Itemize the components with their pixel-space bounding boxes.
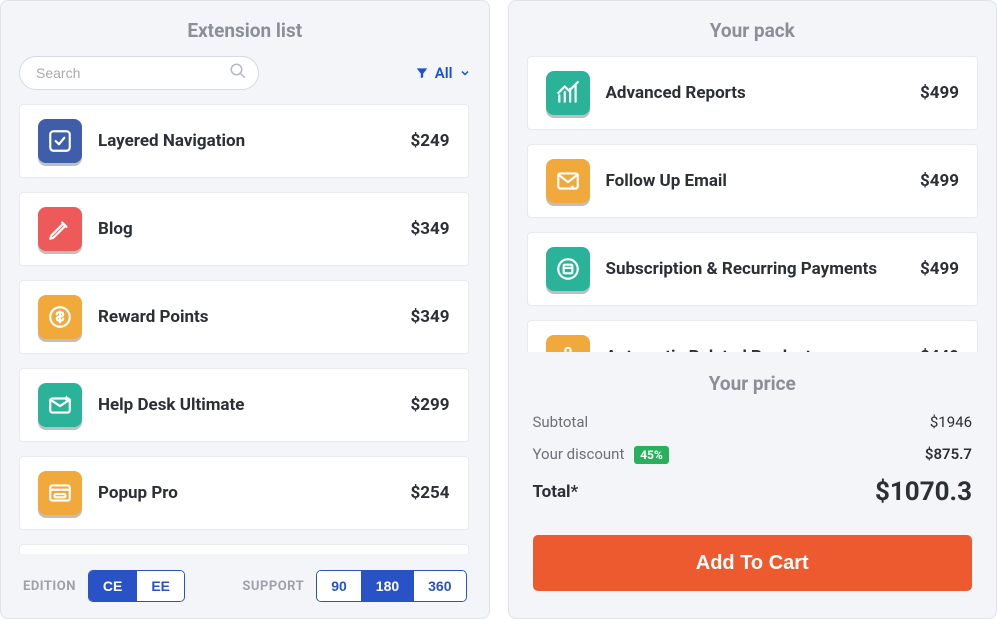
extension-item[interactable]: Popup Pro $254 (19, 456, 469, 530)
edition-segment: CEEE (88, 570, 185, 602)
extension-item[interactable]: RMA$349 (19, 544, 469, 554)
price-section: Your price Subtotal $1946 Your discount … (527, 352, 979, 591)
total-label: Total* (533, 482, 579, 502)
extension-item-name: Reward Points (98, 307, 394, 327)
search-input[interactable] (19, 56, 259, 90)
your-pack-panel: Your pack Advanced Reports$499Follow Up … (508, 0, 997, 619)
pack-item-price: $499 (920, 259, 959, 279)
calendar-cycle-icon (546, 247, 590, 291)
extension-item-name: Layered Navigation (98, 131, 394, 151)
support-label: SUPPORT (242, 579, 304, 594)
extension-list[interactable]: Layered Navigation$249Blog$349Reward Poi… (19, 104, 471, 554)
mail-arrow-icon (546, 159, 590, 203)
extension-list-title: Extension list (19, 19, 471, 42)
total-row: Total* $1070.3 (533, 477, 973, 507)
edition-label: EDITION (23, 579, 76, 594)
extension-list-panel: Extension list All Layered Navigation $24… (0, 0, 490, 619)
pack-item-name: Follow Up Email (606, 171, 904, 191)
funnel-icon (415, 66, 429, 80)
extension-item-name: Help Desk Ultimate (98, 395, 394, 415)
extension-item-price: $349 (410, 307, 449, 327)
extension-item[interactable]: Reward Points $349 (19, 280, 469, 354)
subtotal-row: Subtotal $1946 (533, 413, 973, 431)
support-option-360[interactable]: 360 (414, 571, 465, 601)
extension-item-name: Popup Pro (98, 483, 394, 503)
your-pack-title: Your pack (527, 19, 979, 42)
nodes-icon (546, 335, 590, 352)
edition-option-ce[interactable]: CE (89, 571, 137, 601)
dollar-circle-icon (38, 295, 82, 339)
discount-row: Your discount 45% $875.7 (533, 445, 973, 463)
pack-item-name: Advanced Reports (606, 83, 904, 103)
window-icon (38, 471, 82, 515)
support-option-90[interactable]: 90 (317, 571, 362, 601)
subtotal-label: Subtotal (533, 413, 589, 431)
extension-item[interactable]: Blog $349 (19, 192, 469, 266)
mail-sparkle-icon (38, 383, 82, 427)
extension-item[interactable]: Help Desk Ultimate $299 (19, 368, 469, 442)
total-value: $1070.3 (875, 477, 972, 507)
check-square-icon (38, 119, 82, 163)
pack-item-price: $499 (920, 171, 959, 191)
extension-item-price: $249 (410, 131, 449, 151)
search-wrap (19, 56, 259, 90)
extension-top-row: All (19, 56, 471, 90)
subtotal-value: $1946 (930, 413, 972, 431)
pack-item[interactable]: Follow Up Email $499 (527, 144, 979, 218)
pack-list[interactable]: Advanced Reports$499Follow Up Email$499S… (527, 56, 979, 352)
discount-label: Your discount 45% (533, 445, 669, 463)
pack-item[interactable]: Automatic Related Products$449 (527, 320, 979, 352)
search-icon (229, 62, 247, 84)
discount-value: $875.7 (925, 445, 972, 463)
extension-item-name: Blog (98, 219, 394, 239)
support-segment: 90180360 (316, 570, 466, 602)
filter-label: All (435, 64, 453, 82)
your-price-title: Your price (533, 372, 973, 395)
pencil-icon (38, 207, 82, 251)
add-to-cart-button[interactable]: Add To Cart (533, 535, 973, 591)
chevron-down-icon (459, 67, 471, 79)
pack-item[interactable]: Advanced Reports $499 (527, 56, 979, 130)
bottom-controls: EDITION CEEE SUPPORT 90180360 (19, 554, 471, 608)
support-group: SUPPORT 90180360 (242, 570, 466, 602)
edition-option-ee[interactable]: EE (137, 571, 184, 601)
extension-item-price: $254 (410, 483, 449, 503)
extension-item[interactable]: Layered Navigation $249 (19, 104, 469, 178)
pack-item-name: Subscription & Recurring Payments (606, 259, 904, 279)
edition-group: EDITION CEEE (23, 570, 185, 602)
discount-badge: 45% (634, 446, 669, 464)
filter-all[interactable]: All (415, 64, 471, 82)
extension-item-price: $299 (410, 395, 449, 415)
support-option-180[interactable]: 180 (362, 571, 414, 601)
extension-item-price: $349 (410, 219, 449, 239)
pack-item-price: $499 (920, 83, 959, 103)
pack-item[interactable]: Subscription & Recurring Payments $499 (527, 232, 979, 306)
chart-up-icon (546, 71, 590, 115)
